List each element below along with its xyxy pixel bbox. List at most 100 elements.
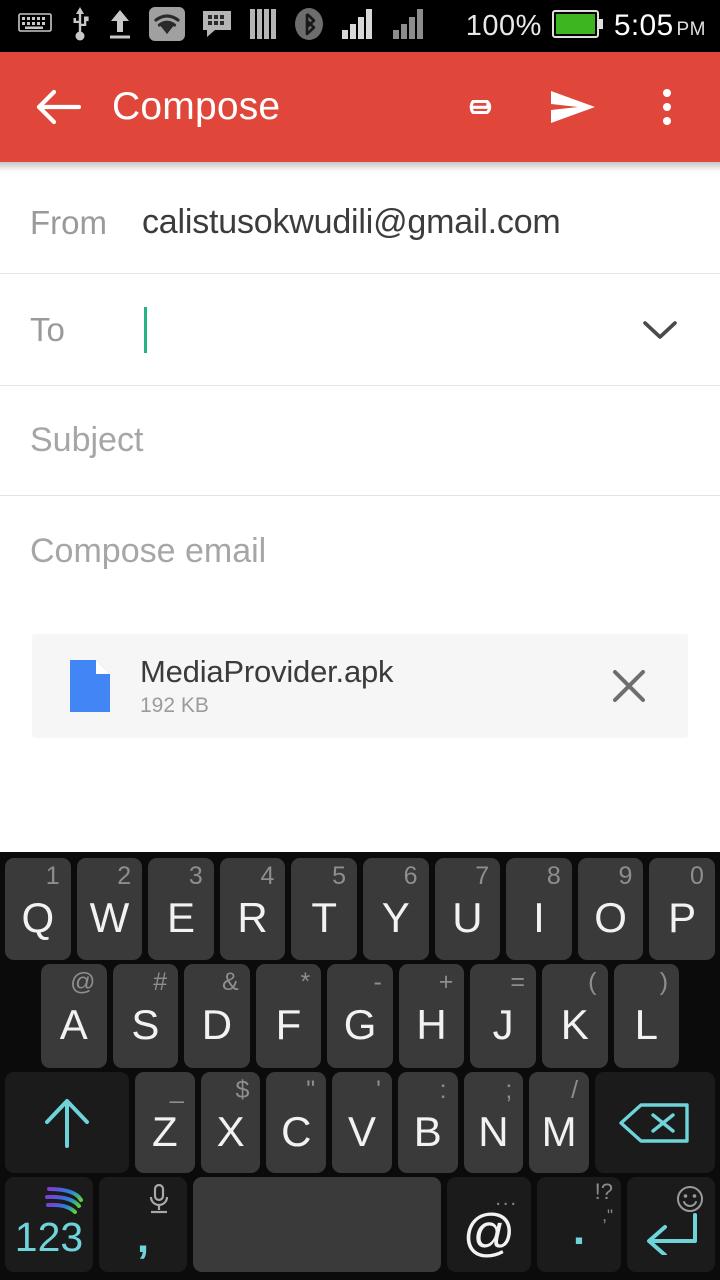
attach-button[interactable]	[454, 82, 504, 132]
close-icon	[613, 670, 645, 702]
send-icon	[551, 91, 595, 123]
compose-form: From calistusokwudili@gmail.com To Subje…	[0, 172, 720, 738]
key-q[interactable]: 1Q	[5, 858, 71, 960]
key-alt-label: ;	[505, 1076, 513, 1104]
arrow-back-icon	[36, 89, 81, 125]
symbols-label: 123	[14, 1214, 84, 1260]
key-main-label: N	[478, 1107, 509, 1155]
backspace-key[interactable]	[595, 1072, 716, 1173]
key-c[interactable]: " C	[266, 1072, 327, 1173]
from-label: From	[30, 203, 107, 241]
key-alt-label: /	[571, 1076, 579, 1104]
key-main-label: R	[237, 894, 268, 941]
key-e[interactable]: 3E	[148, 858, 214, 960]
to-row[interactable]: To	[0, 274, 720, 386]
key-main-label: V	[348, 1107, 377, 1155]
key-alt-label: 9	[618, 862, 633, 890]
key-f[interactable]: * F	[255, 964, 322, 1068]
bluetooth-icon	[294, 7, 324, 46]
page-title: Compose	[112, 85, 281, 128]
app-bar: Compose	[0, 52, 720, 162]
keyboard-icon	[18, 12, 52, 41]
period-alt-bottom: ,"	[602, 1206, 613, 1225]
upload-icon	[108, 8, 132, 45]
bbm-chat-icon	[202, 9, 232, 44]
from-row[interactable]: From calistusokwudili@gmail.com	[0, 172, 720, 274]
subject-input[interactable]: Subject	[30, 421, 143, 460]
key-m[interactable]: / M	[529, 1072, 590, 1173]
symbols-123-key[interactable]: 123	[5, 1177, 93, 1272]
body-input[interactable]: Compose email	[30, 532, 266, 570]
period-key[interactable]: !? ," .	[537, 1177, 621, 1272]
key-alt-label: 8	[546, 862, 561, 890]
key-i[interactable]: 8I	[506, 858, 572, 960]
key-main-label: A	[59, 1001, 88, 1048]
key-main-label: E	[166, 894, 195, 941]
comma-key[interactable]: ,	[99, 1177, 187, 1272]
send-button[interactable]	[548, 82, 598, 132]
attachment-size: 192 KB	[140, 694, 209, 717]
paperclip-icon	[469, 99, 492, 115]
at-key[interactable]: ... @	[447, 1177, 531, 1272]
back-button[interactable]	[30, 79, 86, 135]
key-main-label: I	[533, 894, 545, 941]
key-l[interactable]: ) L	[613, 964, 680, 1068]
key-o[interactable]: 9O	[577, 858, 644, 960]
enter-key[interactable]	[627, 1177, 715, 1272]
key-u[interactable]: 7U	[434, 858, 501, 960]
keyboard-row-4: 123 , ... @ !? ," .	[0, 1173, 720, 1276]
key-alt-label: 5	[332, 862, 346, 890]
overflow-menu-button[interactable]	[642, 82, 692, 132]
key-main-label: M	[541, 1107, 577, 1155]
key-main-label: O	[594, 894, 627, 941]
key-main-label: Y	[381, 894, 410, 941]
key-main-label: L	[634, 1001, 658, 1048]
key-alt-label: )	[659, 968, 669, 996]
key-a[interactable]: @ A	[41, 964, 107, 1068]
key-g[interactable]: -G	[327, 964, 393, 1068]
signal-bars-2-icon	[392, 8, 426, 45]
key-p[interactable]: 0P	[649, 858, 715, 960]
period-label: .	[572, 1204, 586, 1254]
signal-bars-1-icon	[341, 8, 375, 45]
key-alt-label: '	[376, 1076, 381, 1104]
to-expand-button[interactable]	[638, 308, 682, 352]
key-main-label: G	[343, 1001, 377, 1048]
key-t[interactable]: 5T	[291, 858, 357, 960]
app-bar-actions	[454, 82, 692, 132]
key-h[interactable]: + H	[398, 964, 465, 1068]
key-z[interactable]: _ Z	[135, 1072, 195, 1173]
shift-key[interactable]	[5, 1072, 129, 1173]
key-w[interactable]: 2W	[76, 858, 143, 960]
key-x[interactable]: $ X	[200, 1072, 261, 1173]
key-k[interactable]: (K	[541, 964, 608, 1068]
battery-percent-label: 100%	[465, 9, 542, 42]
key-alt-label: *	[300, 968, 311, 996]
period-alt-label: !? ,"	[595, 1181, 613, 1225]
key-main-label: H	[416, 1001, 447, 1048]
attachment-remove-button[interactable]	[600, 657, 658, 715]
key-alt-label: "	[306, 1076, 316, 1104]
body-row[interactable]: Compose email	[0, 496, 720, 616]
key-s[interactable]: # S	[112, 964, 179, 1068]
key-y[interactable]: 6Y	[362, 858, 429, 960]
key-alt-label: 3	[188, 862, 203, 890]
keyboard-row-2: @ A # S & D * F -G + H = J (K ) L	[0, 960, 720, 1068]
key-v[interactable]: ' V	[332, 1072, 392, 1173]
key-alt-label: 6	[403, 862, 418, 890]
sim-bars-icon	[249, 8, 277, 45]
space-key[interactable]	[193, 1177, 441, 1272]
key-main-label: T	[311, 894, 337, 941]
key-d[interactable]: & D	[184, 964, 250, 1068]
key-alt-label: @	[70, 968, 96, 996]
key-main-label: J	[492, 1001, 514, 1048]
key-alt-label: :	[439, 1076, 447, 1104]
key-n[interactable]: ; N	[463, 1072, 524, 1173]
on-screen-keyboard[interactable]: 1Q 2W 3E 4R 5T 6Y 7U 8I 9O 0P @ A # S & D *…	[0, 852, 720, 1280]
key-b[interactable]: :B	[397, 1072, 458, 1173]
battery-full-icon	[551, 9, 604, 43]
subject-row[interactable]: Subject	[0, 386, 720, 496]
attachment-chip[interactable]: MediaProvider.apk 192 KB	[32, 634, 688, 738]
key-j[interactable]: = J	[470, 964, 536, 1068]
key-r[interactable]: 4R	[219, 858, 286, 960]
